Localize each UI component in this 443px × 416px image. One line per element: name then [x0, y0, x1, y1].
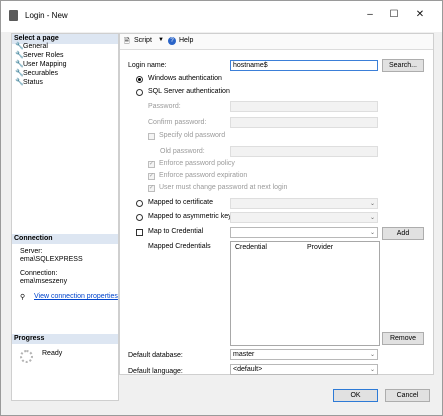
connection-label: Connection:: [20, 270, 58, 277]
login-new-window: Login - New – ☐ ✕ Select a page 🔧General…: [0, 0, 443, 416]
password-input[interactable]: [230, 101, 378, 112]
enforce-policy-checkbox[interactable]: ✓: [148, 161, 155, 168]
column-header-provider[interactable]: Provider: [307, 244, 333, 251]
chevron-down-icon: ⌄: [369, 367, 375, 373]
help-icon: ?: [168, 37, 176, 45]
cancel-button[interactable]: Cancel: [385, 389, 430, 402]
wrench-icon: 🔧: [15, 70, 24, 77]
connection-header: Connection: [12, 234, 118, 244]
windows-auth-radio[interactable]: [136, 76, 143, 83]
sidebar: Select a page 🔧General 🔧Server Roles 🔧Us…: [11, 33, 119, 401]
sidebar-item-server-roles[interactable]: 🔧Server Roles: [15, 51, 63, 60]
default-database-value: master: [233, 351, 255, 358]
sidebar-item-securables[interactable]: 🔧Securables: [15, 69, 58, 78]
help-button[interactable]: Help: [179, 37, 193, 44]
sql-auth-label: SQL Server authentication: [148, 88, 230, 95]
mapped-certificate-label: Mapped to certificate: [148, 199, 213, 206]
windows-auth-label: Windows authentication: [148, 75, 222, 82]
chevron-down-icon[interactable]: ▼: [158, 37, 164, 43]
minimize-button[interactable]: –: [360, 9, 380, 20]
script-button[interactable]: Script: [134, 37, 152, 44]
login-name-label: Login name:: [128, 62, 167, 69]
map-credential-checkbox[interactable]: [136, 229, 143, 236]
confirm-password-input[interactable]: [230, 117, 378, 128]
maximize-button[interactable]: ☐: [384, 9, 404, 20]
default-language-dropdown[interactable]: <default> ⌄: [230, 364, 378, 375]
chevron-down-icon: ⌄: [369, 215, 375, 221]
old-password-input[interactable]: [230, 146, 378, 157]
sidebar-item-general[interactable]: 🔧General: [15, 42, 48, 51]
close-button[interactable]: ✕: [410, 9, 430, 20]
main-panel: 🗎 Script ▼ ? Help Login name: hostname$ …: [119, 33, 434, 375]
add-button[interactable]: Add: [382, 227, 424, 240]
mapped-credentials-list[interactable]: Credential Provider: [230, 241, 380, 346]
server-value: ema\SQLEXPRESS: [20, 256, 83, 263]
wrench-icon: 🔧: [15, 52, 24, 59]
sidebar-item-label: General: [23, 43, 48, 50]
old-password-label: Old password:: [160, 148, 205, 155]
sidebar-item-status[interactable]: 🔧Status: [15, 78, 43, 87]
must-change-checkbox[interactable]: ✓: [148, 185, 155, 192]
asym-key-dropdown[interactable]: ⌄: [230, 212, 378, 223]
confirm-password-label: Confirm password:: [148, 119, 207, 126]
progress-status: Ready: [42, 350, 63, 357]
certificate-dropdown[interactable]: ⌄: [230, 198, 378, 209]
chevron-down-icon: ⌄: [369, 201, 375, 207]
chevron-down-icon: ⌄: [369, 352, 375, 358]
default-database-dropdown[interactable]: master ⌄: [230, 349, 378, 360]
progress-spinner-icon: [20, 350, 33, 363]
credential-dropdown[interactable]: ⌄: [230, 227, 378, 238]
view-connection-properties-link[interactable]: View connection properties: [34, 293, 118, 300]
mapped-certificate-radio[interactable]: [136, 200, 143, 207]
default-language-label: Default language:: [128, 368, 183, 375]
wrench-icon: 🔧: [15, 43, 24, 50]
connection-properties-icon: ⚲: [20, 294, 26, 301]
password-label: Password:: [148, 103, 181, 110]
server-label: Server:: [20, 248, 43, 255]
window-title: Login - New: [25, 11, 68, 20]
wrench-icon: 🔧: [15, 79, 24, 86]
search-button[interactable]: Search...: [382, 59, 424, 72]
mapped-asym-key-radio[interactable]: [136, 214, 143, 221]
sidebar-item-user-mapping[interactable]: 🔧User Mapping: [15, 60, 67, 69]
default-database-label: Default database:: [128, 352, 183, 359]
wrench-icon: 🔧: [15, 61, 24, 68]
default-language-value: <default>: [233, 366, 263, 373]
mapped-asym-key-label: Mapped to asymmetric key: [148, 213, 232, 220]
login-name-input[interactable]: hostname$: [230, 60, 378, 71]
title-bar: Login - New – ☐ ✕: [1, 1, 442, 32]
column-header-credential[interactable]: Credential: [235, 244, 267, 251]
enforce-policy-label: Enforce password policy: [159, 160, 235, 167]
enforce-expiration-label: Enforce password expiration: [159, 172, 248, 179]
sidebar-item-label: User Mapping: [23, 61, 67, 68]
connection-value: ema\mseszeny: [20, 278, 68, 285]
mapped-credentials-label: Mapped Credentials: [148, 243, 211, 250]
app-icon: [9, 10, 18, 21]
specify-old-password-checkbox[interactable]: [148, 133, 155, 140]
sql-auth-radio[interactable]: [136, 89, 143, 96]
progress-header: Progress: [12, 334, 118, 344]
map-credential-label: Map to Credential: [148, 228, 204, 235]
sidebar-item-label: Status: [23, 79, 43, 86]
chevron-down-icon: ⌄: [369, 230, 375, 236]
toolbar: 🗎 Script ▼ ? Help: [120, 34, 433, 50]
specify-old-password-label: Specify old password: [159, 132, 226, 139]
must-change-label: User must change password at next login: [159, 184, 288, 191]
sidebar-item-label: Securables: [23, 70, 59, 77]
sidebar-item-label: Server Roles: [23, 52, 64, 59]
ok-button[interactable]: OK: [333, 389, 378, 402]
script-icon: 🗎: [124, 38, 130, 45]
remove-button[interactable]: Remove: [382, 332, 424, 345]
enforce-expiration-checkbox[interactable]: ✓: [148, 173, 155, 180]
